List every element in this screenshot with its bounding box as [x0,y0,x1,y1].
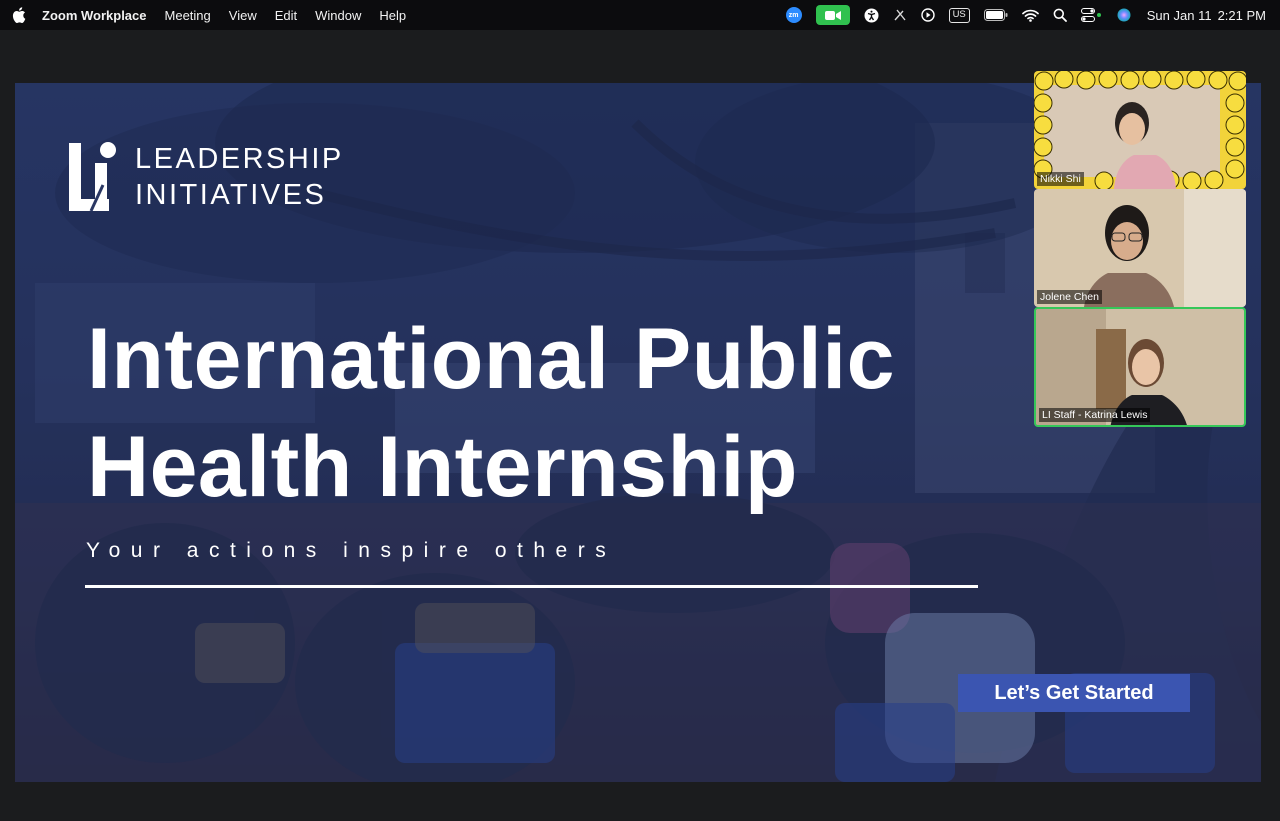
slide-divider [85,585,978,588]
accessibility-icon[interactable] [864,0,879,30]
slide-title: International Public Health Internship [87,305,1047,521]
pen-off-icon[interactable] [893,0,907,30]
battery-icon[interactable] [983,0,1008,30]
li-logo-icon [69,142,116,212]
participant-name: Jolene Chen [1037,290,1102,304]
siri-icon[interactable] [1117,0,1131,30]
wifi-icon[interactable] [1021,0,1039,30]
play-icon[interactable] [920,0,935,30]
zoom-icon[interactable]: zm [785,0,802,30]
menu-meeting[interactable]: Meeting [165,8,211,23]
menu-bar: Zoom Workplace Meeting View Edit Window … [0,0,1280,30]
menu-edit[interactable]: Edit [275,8,297,23]
logo-line-2: INITIATIVES [135,179,327,211]
status-area: zm US Sun Jan 11 2:21 PM [772,0,1280,30]
app-menu[interactable]: Zoom Workplace [42,8,147,23]
participant-name: Nikki Shi [1037,172,1084,186]
control-center-icon[interactable] [1080,0,1103,30]
menu-help[interactable]: Help [379,8,406,23]
keyboard-layout-icon[interactable]: US [948,0,970,30]
meeting-window-footer [0,782,1280,821]
date-label: Sun Jan 11 [1146,7,1212,23]
search-icon[interactable] [1053,0,1067,30]
keyboard-layout-label: US [948,7,970,23]
participant-tile-active-speaker[interactable]: LI Staff - Katrina Lewis [1034,307,1246,427]
slide-tagline: Your actions inspire others [86,539,617,562]
logo-wordmark: LEADERSHIP INITIATIVES [135,141,344,213]
clock[interactable]: Sun Jan 11 2:21 PM [1147,8,1266,23]
participant-tile[interactable]: Jolene Chen [1034,189,1246,307]
apple-icon[interactable] [12,7,28,23]
leadership-initiatives-logo: LEADERSHIP INITIATIVES [69,141,344,213]
video-camera-icon[interactable] [815,0,850,30]
slide-title-line-1: International Public [87,311,895,407]
menu-view[interactable]: View [229,8,257,23]
menu-window[interactable]: Window [315,8,361,23]
zoom-badge-label: zm [785,7,802,23]
slide-title-line-2: Health Internship [87,419,798,515]
get-started-button[interactable]: Let’s Get Started [958,674,1190,712]
participant-tile[interactable]: Nikki Shi [1034,71,1246,189]
participant-gallery: Nikki Shi Jolene Chen LI Staff - Katrina… [1034,71,1246,427]
logo-line-1: LEADERSHIP [135,143,344,175]
participant-name: LI Staff - Katrina Lewis [1039,408,1151,422]
time-label: 2:21 PM [1217,7,1266,23]
